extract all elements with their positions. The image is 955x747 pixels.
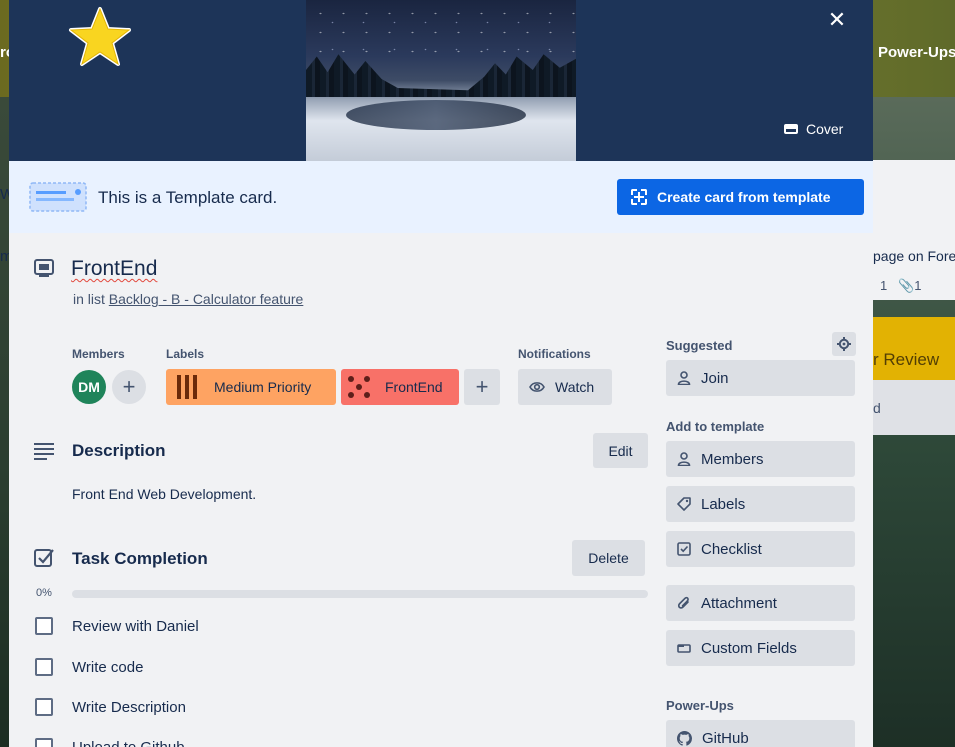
checkbox-icon — [677, 542, 691, 556]
checklist-item-text[interactable]: Review with Daniel — [72, 618, 199, 635]
notifications-heading: Notifications — [518, 347, 591, 361]
checkbox[interactable] — [35, 738, 53, 747]
custom-fields-button[interactable]: Custom Fields — [666, 630, 855, 666]
custom-fields-icon — [677, 644, 691, 653]
checklist-progress-bar — [72, 590, 648, 598]
avatar[interactable]: DM — [72, 370, 106, 404]
labels-button-label: Labels — [701, 495, 746, 513]
board-card-badges: 1 📎1 — [880, 278, 922, 293]
close-icon: ✕ — [827, 7, 847, 32]
members-button-label: Members — [701, 450, 764, 468]
card-title[interactable]: FrontEnd — [71, 257, 157, 281]
person-icon — [677, 371, 691, 385]
description-icon — [34, 443, 54, 460]
labels-button[interactable]: Labels — [666, 486, 855, 522]
person-icon — [677, 452, 691, 466]
star-icon — [69, 7, 131, 66]
label-frontend[interactable]: FrontEnd — [341, 369, 459, 405]
board-grey-card[interactable] — [873, 380, 955, 435]
join-label: Join — [701, 369, 729, 387]
suggested-heading: Suggested — [666, 338, 733, 353]
custom-fields-button-label: Custom Fields — [701, 639, 797, 657]
checkbox[interactable] — [35, 658, 53, 676]
label-text: Medium Priority — [214, 379, 312, 395]
labels-heading: Labels — [166, 347, 205, 361]
cover-button-label: Cover — [806, 121, 844, 137]
board-card-title-fragment: page on Fore — [873, 248, 955, 264]
plus-icon: + — [475, 374, 489, 399]
stripes-pattern-icon — [177, 375, 197, 399]
power-ups-heading: Power-Ups — [666, 698, 734, 713]
tag-icon — [677, 497, 691, 511]
add-label-button[interactable]: + — [464, 369, 500, 405]
add-member-button[interactable]: + — [112, 370, 146, 404]
label-medium-priority[interactable]: Medium Priority — [166, 369, 336, 405]
close-button[interactable]: ✕ — [821, 4, 853, 36]
card-icon — [34, 259, 54, 277]
card-detail-modal: ✕ Cover This is a Template card. Create … — [9, 0, 873, 747]
checklist-item[interactable]: Upload to Github — [35, 733, 185, 747]
plus-icon: + — [122, 374, 136, 399]
checklist-item-text[interactable]: Write code — [72, 659, 143, 676]
gear-icon — [837, 337, 851, 351]
watch-button[interactable]: Watch — [518, 369, 612, 405]
join-button[interactable]: Join — [666, 360, 855, 396]
in-list-prefix: in list — [73, 291, 105, 307]
checklist-progress-percent: 0% — [36, 587, 52, 599]
delete-checklist-button[interactable]: Delete — [572, 540, 645, 576]
board-power-ups-button[interactable]: Power-Ups — [878, 44, 955, 61]
checklist-item[interactable]: Review with Daniel — [35, 612, 199, 640]
watch-label: Watch — [555, 379, 595, 395]
cover-button[interactable]: Cover — [774, 113, 853, 145]
add-card-icon — [631, 189, 647, 205]
add-to-template-heading: Add to template — [666, 419, 765, 434]
members-heading: Members — [72, 347, 125, 361]
board-review-list[interactable] — [873, 317, 955, 380]
checkbox[interactable] — [35, 698, 53, 716]
checkbox[interactable] — [35, 617, 53, 635]
checklist-item[interactable]: Write code — [35, 653, 143, 681]
card-list-info: in list Backlog - B - Calculator feature — [73, 291, 303, 307]
members-button[interactable]: Members — [666, 441, 855, 477]
dots-pattern-icon — [348, 376, 370, 398]
cover-icon — [784, 124, 798, 134]
checklist-button[interactable]: Checklist — [666, 531, 855, 567]
template-banner: This is a Template card. Create card fro… — [9, 161, 873, 233]
list-name-link[interactable]: Backlog - B - Calculator feature — [109, 291, 304, 307]
create-card-from-template-button[interactable]: Create card from template — [617, 179, 864, 215]
create-card-from-template-label: Create card from template — [657, 189, 831, 205]
attachment-button[interactable]: Attachment — [666, 585, 855, 621]
github-button-label: GitHub — [702, 729, 749, 747]
attachment-button-label: Attachment — [701, 594, 777, 612]
description-heading: Description — [72, 441, 166, 460]
github-icon — [677, 730, 692, 746]
card-cover: ✕ Cover — [9, 0, 873, 161]
checklist-icon — [34, 549, 54, 567]
github-button[interactable]: GitHub — [666, 720, 855, 747]
template-banner-text: This is a Template card. — [98, 188, 278, 207]
edit-description-button[interactable]: Edit — [593, 433, 648, 468]
board-grey-fragment: d — [873, 400, 881, 416]
board-review-fragment: r Review — [873, 350, 940, 369]
cover-image — [306, 0, 576, 161]
paperclip-icon — [677, 596, 689, 609]
checklist-heading[interactable]: Task Completion — [72, 549, 208, 569]
checklist-button-label: Checklist — [701, 540, 762, 558]
description-text[interactable]: Front End Web Development. — [72, 486, 256, 502]
checklist-item-text[interactable]: Upload to Github — [72, 739, 185, 747]
suggested-settings-button[interactable] — [832, 332, 856, 356]
checklist-item-text[interactable]: Write Description — [72, 699, 186, 716]
template-card-icon — [29, 182, 87, 212]
checklist-item[interactable]: Write Description — [35, 693, 186, 721]
label-text: FrontEnd — [385, 379, 443, 395]
eye-icon — [529, 382, 545, 392]
